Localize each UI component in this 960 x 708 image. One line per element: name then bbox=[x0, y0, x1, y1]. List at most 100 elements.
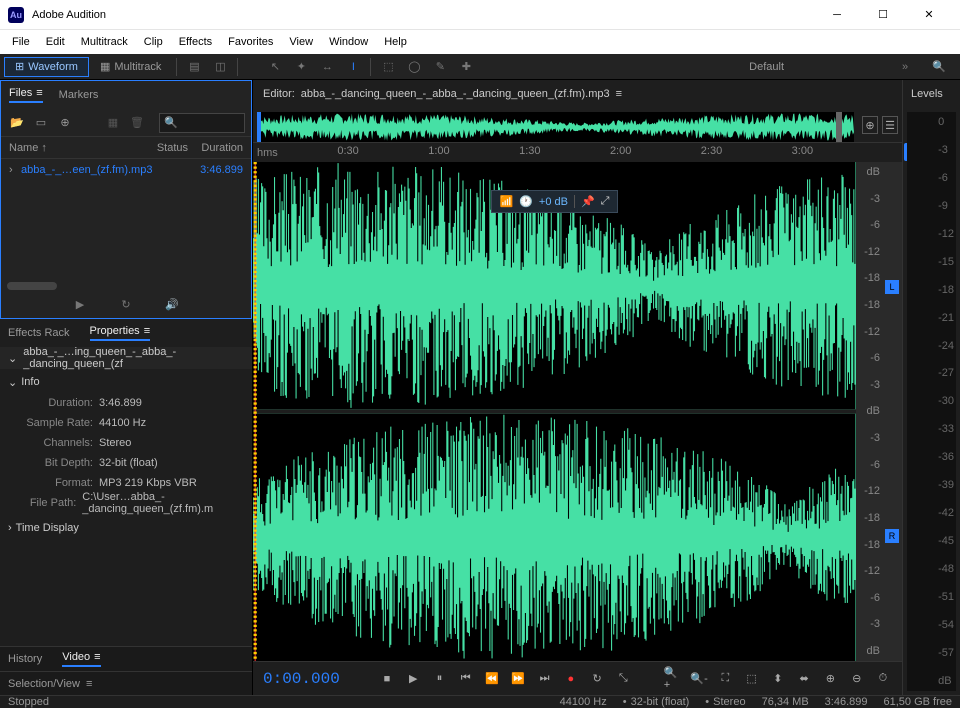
preview-auto-icon[interactable]: 🔊 bbox=[159, 291, 185, 317]
import-icon[interactable]: ▭ bbox=[31, 113, 51, 133]
tab-effects-rack[interactable]: Effects Rack bbox=[8, 327, 70, 339]
tab-files[interactable]: Files≡ bbox=[9, 87, 43, 103]
time-tick: 3:00 bbox=[792, 145, 813, 157]
menu-multitrack[interactable]: Multitrack bbox=[73, 32, 136, 52]
zoom-reset-icon[interactable]: ⏱ bbox=[874, 667, 892, 691]
time-tick: 1:00 bbox=[428, 145, 449, 157]
level-tick: -12 bbox=[938, 228, 954, 240]
go-end-button[interactable]: ⏭ bbox=[535, 667, 553, 691]
expand-icon[interactable]: ⌄ bbox=[8, 352, 17, 365]
expand-icon[interactable]: › bbox=[9, 164, 21, 176]
workspace-more-icon[interactable]: » bbox=[892, 54, 918, 80]
spectral-display-icon[interactable]: ▤ bbox=[181, 54, 207, 80]
menu-file[interactable]: File bbox=[4, 32, 38, 52]
time-select-tool-icon[interactable]: I bbox=[340, 54, 366, 80]
zoom-out-icon[interactable]: 🔍- bbox=[690, 667, 708, 691]
brush-tool-icon[interactable]: ✎ bbox=[427, 54, 453, 80]
new-file-icon[interactable]: ⊕ bbox=[55, 113, 75, 133]
hamburger-icon[interactable]: ≡ bbox=[86, 678, 92, 690]
tab-properties[interactable]: Properties≡ bbox=[90, 325, 151, 341]
zoom-out-point-icon[interactable]: ⊖ bbox=[848, 667, 866, 691]
time-tick: 1:30 bbox=[519, 145, 540, 157]
play-button[interactable]: ▶ bbox=[404, 667, 422, 691]
insert-multitrack-icon[interactable]: ▦ bbox=[103, 113, 123, 133]
overview-list-icon[interactable]: ☰ bbox=[882, 116, 898, 134]
column-duration[interactable]: Duration bbox=[188, 142, 243, 154]
waveform-overview[interactable] bbox=[257, 112, 854, 142]
maximize-button[interactable]: ☐ bbox=[860, 0, 906, 30]
view-multitrack-button[interactable]: ▦ Multitrack bbox=[89, 57, 172, 77]
time-display-toggle[interactable]: ›Time Display bbox=[8, 517, 244, 539]
tab-history[interactable]: History bbox=[8, 653, 42, 665]
zoom-in-icon[interactable]: 🔍+ bbox=[664, 667, 682, 691]
open-file-icon[interactable]: 📂 bbox=[7, 113, 27, 133]
hamburger-icon[interactable]: ≡ bbox=[144, 325, 150, 337]
tab-markers[interactable]: Markers bbox=[59, 89, 99, 101]
pause-button[interactable]: ⏸ bbox=[430, 667, 448, 691]
search-help-icon[interactable]: 🔍 bbox=[926, 54, 952, 80]
preview-play-icon[interactable]: ▶ bbox=[67, 291, 93, 317]
heal-tool-icon[interactable]: ✚ bbox=[453, 54, 479, 80]
marquee-tool-icon[interactable]: ⬚ bbox=[375, 54, 401, 80]
move-tool-icon[interactable]: ↖ bbox=[262, 54, 288, 80]
level-tick: -30 bbox=[938, 395, 954, 407]
hud-panel[interactable]: 📶 🕐 +0 dB 📌 ⤢ bbox=[491, 190, 619, 213]
workspace-label[interactable]: Default bbox=[749, 61, 784, 73]
files-scrollbar[interactable] bbox=[7, 282, 57, 290]
pitch-display-icon[interactable]: ◫ bbox=[207, 54, 233, 80]
channel-right-label[interactable]: R bbox=[885, 529, 899, 543]
loop-button[interactable]: ↻ bbox=[588, 667, 606, 691]
levels-meter[interactable]: 0 -3 -6 -9 -12 -15 -18 -21 -24 -27 -30 -… bbox=[907, 112, 956, 691]
zoom-in-v-icon[interactable]: ⬍ bbox=[769, 667, 787, 691]
stop-button[interactable]: ■ bbox=[378, 667, 396, 691]
waveform-editor[interactable]: 📶 🕐 +0 dB 📌 ⤢ bbox=[253, 162, 856, 661]
preview-loop-icon[interactable]: ↻ bbox=[113, 291, 139, 317]
hamburger-icon[interactable]: ≡ bbox=[36, 87, 42, 99]
rewind-button[interactable]: ⏪ bbox=[483, 667, 501, 691]
razor-tool-icon[interactable]: ✦ bbox=[288, 54, 314, 80]
menu-window[interactable]: Window bbox=[321, 32, 376, 52]
menu-effects[interactable]: Effects bbox=[171, 32, 220, 52]
menubar: File Edit Multitrack Clip Effects Favori… bbox=[0, 30, 960, 54]
slip-tool-icon[interactable]: ↔ bbox=[314, 54, 340, 80]
delete-icon[interactable]: 🗑 bbox=[127, 113, 147, 133]
lasso-tool-icon[interactable]: ◯ bbox=[401, 54, 427, 80]
column-name[interactable]: Name ↑ bbox=[9, 142, 148, 154]
menu-clip[interactable]: Clip bbox=[136, 32, 171, 52]
channel-left-label[interactable]: L bbox=[885, 280, 899, 294]
timeline-ruler[interactable]: hms 0:30 1:00 1:30 2:00 2:30 3:00 📍 ⚙ bbox=[253, 142, 902, 162]
record-button[interactable]: ● bbox=[562, 667, 580, 691]
props-title-label: abba_-_…ing_queen_-_abba_-_dancing_queen… bbox=[23, 346, 244, 370]
editor-filename: abba_-_dancing_queen_-_abba_-_dancing_qu… bbox=[301, 88, 610, 100]
view-waveform-button[interactable]: ⊞ Waveform bbox=[4, 57, 89, 77]
column-status[interactable]: Status bbox=[148, 142, 188, 154]
levels-panel-header[interactable]: Levels bbox=[903, 80, 960, 108]
menu-help[interactable]: Help bbox=[376, 32, 415, 52]
go-start-button[interactable]: ⏮ bbox=[457, 667, 475, 691]
volume-icon[interactable]: 📶 bbox=[500, 195, 514, 208]
timecode-display[interactable]: 0:00.000 bbox=[263, 670, 340, 688]
minimize-button[interactable]: ─ bbox=[814, 0, 860, 30]
menu-favorites[interactable]: Favorites bbox=[220, 32, 281, 52]
clock-icon[interactable]: 🕐 bbox=[519, 195, 533, 208]
file-row[interactable]: › abba_-_…een_(zf.fm).mp3 3:46.899 bbox=[1, 159, 251, 181]
tab-video[interactable]: Video≡ bbox=[62, 651, 100, 667]
hamburger-icon[interactable]: ≡ bbox=[616, 88, 622, 100]
forward-button[interactable]: ⏩ bbox=[509, 667, 527, 691]
info-section-toggle[interactable]: ⌄Info bbox=[8, 371, 244, 393]
close-button[interactable]: ✕ bbox=[906, 0, 952, 30]
skip-selection-button[interactable]: ⤡ bbox=[614, 667, 632, 691]
zoom-sel-icon[interactable]: ⬚ bbox=[742, 667, 760, 691]
menu-edit[interactable]: Edit bbox=[38, 32, 73, 52]
zoom-out-v-icon[interactable]: ⬌ bbox=[795, 667, 813, 691]
files-search-input[interactable]: 🔍 bbox=[159, 113, 245, 133]
selection-view-label[interactable]: Selection/View bbox=[8, 678, 80, 690]
zoom-fit-icon[interactable]: ⛶ bbox=[716, 667, 734, 691]
overview-zoom-icon[interactable]: ⊕ bbox=[862, 116, 878, 134]
zoom-in-point-icon[interactable]: ⊕ bbox=[821, 667, 839, 691]
level-tick: -54 bbox=[938, 619, 954, 631]
pin-icon[interactable]: 📌 bbox=[574, 195, 595, 208]
expand-hud-icon[interactable]: ⤢ bbox=[601, 195, 610, 208]
hamburger-icon[interactable]: ≡ bbox=[94, 651, 100, 663]
menu-view[interactable]: View bbox=[281, 32, 321, 52]
